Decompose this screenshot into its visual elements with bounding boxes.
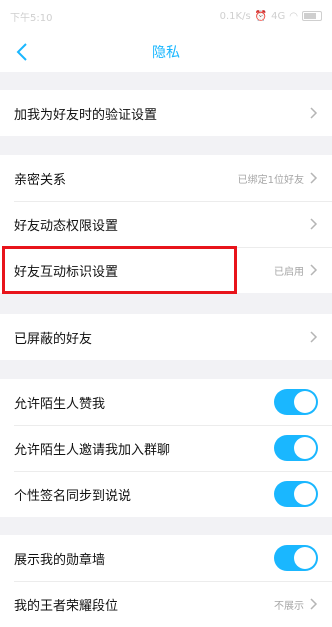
- settings-group-strangers: 允许陌生人赞我 允许陌生人邀请我加入群聊 个性签名同步到说说: [0, 379, 332, 517]
- network-type: 4G: [271, 10, 286, 22]
- toggle-switch[interactable]: [274, 481, 318, 507]
- chevron-right-icon: [310, 598, 318, 610]
- row-label: 展示我的勋章墙: [14, 552, 106, 568]
- status-icons: 0.1K/s ⏰ 4G ◠: [220, 11, 322, 22]
- row-allow-stranger-like: 允许陌生人赞我: [0, 379, 332, 425]
- row-label: 亲密关系: [14, 172, 67, 188]
- toggle-switch[interactable]: [274, 389, 318, 415]
- row-intimate-relation[interactable]: 亲密关系 已绑定1位好友: [0, 155, 332, 201]
- settings-group-relations: 亲密关系 已绑定1位好友 好友动态权限设置 好友互动标识设置 已启用: [0, 155, 332, 293]
- row-friend-verification[interactable]: 加我为好友时的验证设置: [0, 90, 332, 136]
- row-value: 已绑定1位好友: [237, 174, 304, 186]
- row-medal-wall: 展示我的勋章墙: [0, 535, 332, 581]
- row-honor-rank[interactable]: 我的王者荣耀段位 不展示: [0, 581, 332, 627]
- back-button[interactable]: [8, 38, 36, 66]
- row-label: 好友动态权限设置: [14, 218, 119, 234]
- page-title: 隐私: [152, 45, 180, 61]
- wifi-icon: ◠: [289, 10, 298, 22]
- chevron-right-icon: [310, 107, 318, 119]
- row-blocked-friends[interactable]: 已屏蔽的好友: [0, 314, 332, 360]
- battery-icon: [302, 11, 322, 21]
- row-label: 加我为好友时的验证设置: [14, 107, 158, 123]
- row-label: 个性签名同步到说说: [14, 488, 132, 504]
- row-interaction-badge[interactable]: 好友互动标识设置 已启用: [0, 247, 332, 293]
- network-speed: 0.1K/s: [219, 10, 251, 22]
- alarm-icon: ⏰: [254, 10, 268, 22]
- chevron-right-icon: [310, 172, 318, 184]
- toggle-switch[interactable]: [274, 435, 318, 461]
- chevron-right-icon: [310, 331, 318, 343]
- chevron-right-icon: [310, 264, 318, 276]
- chevron-right-icon: [310, 218, 318, 230]
- row-allow-stranger-invite: 允许陌生人邀请我加入群聊: [0, 425, 332, 471]
- row-value: 已启用: [274, 266, 304, 278]
- row-label: 已屏蔽的好友: [14, 331, 93, 347]
- row-moments-permission[interactable]: 好友动态权限设置: [0, 201, 332, 247]
- row-label: 好友互动标识设置: [14, 264, 119, 280]
- row-label: 允许陌生人邀请我加入群聊: [14, 442, 171, 458]
- toggle-switch[interactable]: [274, 545, 318, 571]
- status-time: 下午5:10: [10, 12, 53, 24]
- nav-bar: 隐私: [0, 32, 332, 72]
- row-signature-sync: 个性签名同步到说说: [0, 471, 332, 517]
- settings-group-blocked: 已屏蔽的好友: [0, 314, 332, 360]
- status-bar: 下午5:10 0.1K/s ⏰ 4G ◠: [0, 0, 332, 32]
- row-label: 允许陌生人赞我: [14, 396, 106, 412]
- chevron-left-icon: [16, 43, 27, 61]
- row-value: 不展示: [274, 600, 304, 612]
- settings-group-verification: 加我为好友时的验证设置: [0, 90, 332, 136]
- row-label: 我的王者荣耀段位: [14, 598, 119, 614]
- settings-group-display: 展示我的勋章墙 我的王者荣耀段位 不展示: [0, 535, 332, 627]
